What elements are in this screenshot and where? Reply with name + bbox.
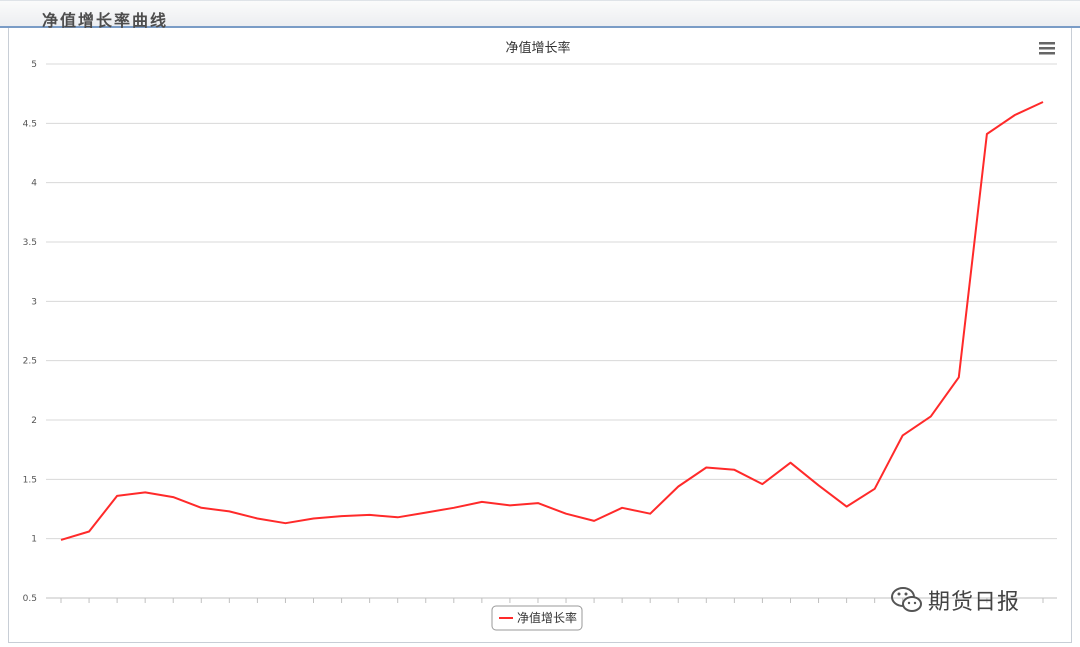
- legend[interactable]: 净值增长率: [491, 605, 583, 631]
- data-point[interactable]: [86, 529, 92, 535]
- data-point[interactable]: [787, 460, 793, 466]
- series-line[interactable]: [60, 101, 1044, 541]
- y-tick-label: 5: [31, 60, 37, 70]
- data-point[interactable]: [928, 413, 934, 419]
- legend-label: 净值增长率: [517, 610, 577, 625]
- y-tick-label: 0.5: [23, 594, 37, 604]
- data-point[interactable]: [675, 483, 681, 489]
- data-point[interactable]: [58, 537, 64, 543]
- data-point[interactable]: [1012, 112, 1018, 118]
- y-tick-label: 4: [31, 179, 37, 189]
- data-point[interactable]: [872, 486, 878, 492]
- data-point[interactable]: [282, 520, 288, 526]
- chart: 净值增长率 0.5 1 1.5 2 2.5 3 3.5 4 4.5 5 净值增长率: [23, 40, 1057, 631]
- data-point[interactable]: [844, 504, 850, 510]
- y-tick-label: 2: [31, 416, 37, 426]
- data-point[interactable]: [395, 514, 401, 520]
- data-point[interactable]: [759, 481, 765, 487]
- y-tick-label: 2.5: [23, 357, 37, 367]
- data-point[interactable]: [816, 482, 822, 488]
- y-axis: 0.5 1 1.5 2 2.5 3 3.5 4 4.5 5: [23, 60, 38, 604]
- y-tick-label: 1: [31, 535, 37, 545]
- data-point[interactable]: [311, 515, 317, 521]
- series-group: [58, 99, 1046, 543]
- data-point[interactable]: [479, 499, 485, 505]
- data-point[interactable]: [703, 464, 709, 470]
- y-tick-label: 4.5: [23, 119, 37, 129]
- data-point[interactable]: [339, 513, 345, 519]
- data-point[interactable]: [367, 512, 373, 518]
- data-point[interactable]: [956, 374, 962, 380]
- data-point[interactable]: [423, 510, 429, 516]
- chart-title: 净值增长率: [505, 40, 570, 56]
- data-point[interactable]: [507, 502, 513, 508]
- data-point[interactable]: [198, 505, 204, 511]
- data-point[interactable]: [451, 505, 457, 511]
- y-tick-label: 3.5: [23, 238, 37, 248]
- data-point[interactable]: [591, 518, 597, 524]
- data-point[interactable]: [226, 508, 232, 514]
- data-point[interactable]: [900, 432, 906, 438]
- grid-lines: [46, 63, 1057, 599]
- chart-menu-icon[interactable]: [1039, 42, 1055, 55]
- y-tick-label: 1.5: [23, 475, 37, 485]
- data-point[interactable]: [731, 467, 737, 473]
- watermark-text: 期货日报: [928, 590, 1021, 615]
- header-bar: 净值增长率曲线: [0, 0, 1080, 30]
- data-point[interactable]: [619, 505, 625, 511]
- data-point[interactable]: [647, 511, 653, 517]
- data-point[interactable]: [142, 489, 148, 495]
- data-point[interactable]: [563, 511, 569, 517]
- wechat-icon: [891, 587, 922, 612]
- data-point[interactable]: [984, 131, 990, 137]
- data-point[interactable]: [535, 500, 541, 506]
- data-point[interactable]: [1040, 99, 1046, 105]
- data-point[interactable]: [170, 494, 176, 500]
- watermark: 期货日报: [890, 583, 1020, 617]
- chart-panel: 净值增长率 0.5 1 1.5 2 2.5 3 3.5 4 4.5 5 净值增长率: [8, 28, 1072, 643]
- y-tick-label: 3: [31, 297, 37, 307]
- data-point[interactable]: [254, 515, 260, 521]
- data-point[interactable]: [114, 493, 120, 499]
